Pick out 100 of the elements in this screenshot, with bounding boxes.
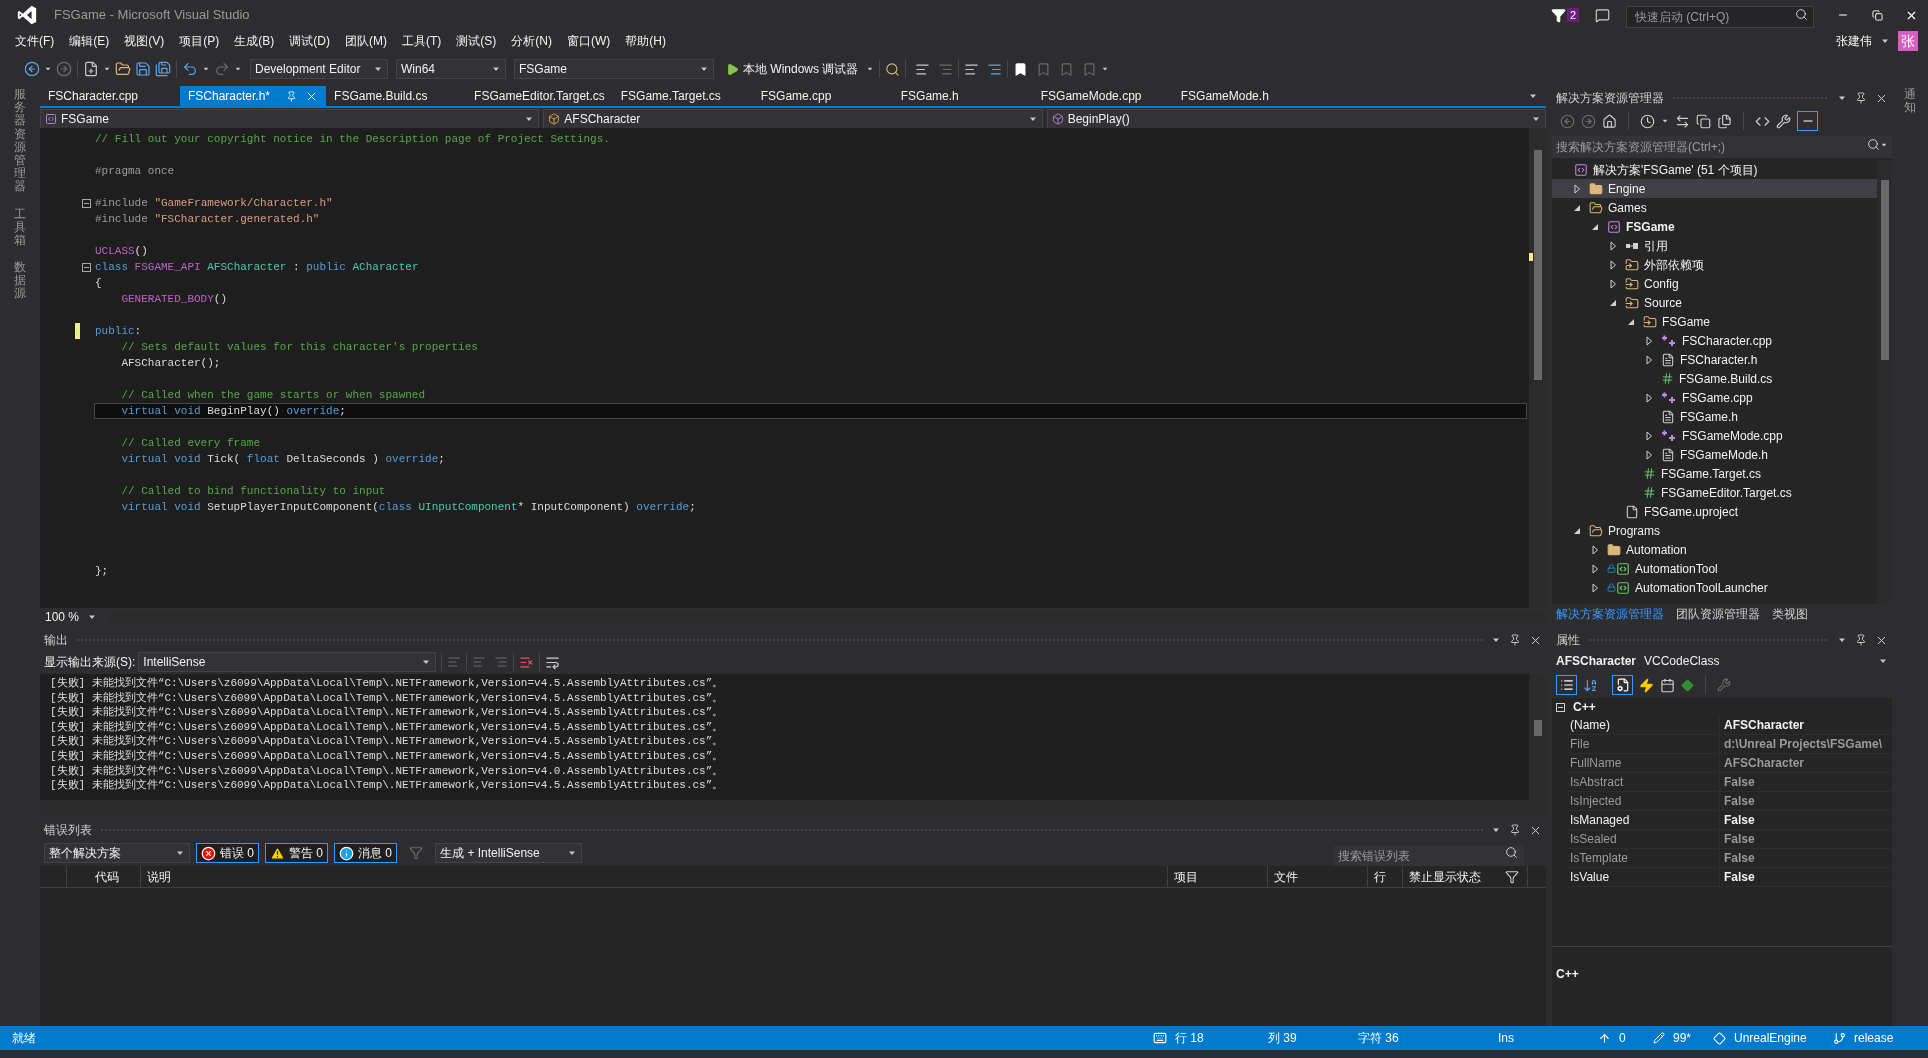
save-all-icon[interactable]: [155, 61, 171, 77]
scope-dropdown[interactable]: 整个解决方案: [44, 843, 190, 863]
calendar-icon[interactable]: [1660, 677, 1675, 693]
tree-item[interactable]: FSGame.h: [1552, 407, 1877, 426]
menu-item[interactable]: 测试(S): [453, 32, 500, 50]
vertical-scrollbar[interactable]: [1529, 128, 1546, 608]
collapsed-arrow-icon[interactable]: [1643, 448, 1655, 461]
collapsed-arrow-icon[interactable]: [1589, 562, 1601, 575]
panel-tab[interactable]: 团队资源管理器: [1676, 605, 1760, 623]
collapsed-arrow-icon[interactable]: [1589, 581, 1601, 594]
tree-item[interactable]: Engine: [1552, 179, 1877, 198]
find-icon[interactable]: [885, 61, 901, 77]
search-icon[interactable]: [1867, 138, 1880, 151]
list-icon[interactable]: [987, 61, 1003, 77]
editor-tab[interactable]: FSGame.h: [892, 86, 1033, 106]
home-icon[interactable]: [1602, 113, 1617, 129]
caret-icon[interactable]: [103, 65, 111, 73]
tree-item[interactable]: Games: [1552, 198, 1877, 217]
caret-icon[interactable]: [1101, 65, 1110, 73]
back-icon[interactable]: [24, 61, 40, 77]
uncomment-icon[interactable]: [938, 61, 954, 77]
tree-item[interactable]: FSGameEditor.Target.cs: [1552, 483, 1877, 502]
tree-item[interactable]: AutomationTool: [1552, 559, 1877, 578]
tree-item[interactable]: 引用: [1552, 236, 1877, 255]
zoom-dropdown[interactable]: 100 %: [40, 607, 102, 627]
lightning-icon[interactable]: [1639, 677, 1654, 693]
open-folder-icon[interactable]: [115, 61, 131, 77]
tree-item[interactable]: Automation: [1552, 540, 1877, 559]
menu-item[interactable]: 视图(V): [121, 32, 168, 50]
menu-item[interactable]: 帮助(H): [622, 32, 669, 50]
menu-item[interactable]: 工具(T): [399, 32, 445, 50]
editor-tab[interactable]: FSGame.Build.cs: [326, 86, 467, 106]
class-dropdown[interactable]: AFSCharacter: [543, 109, 1043, 129]
menu-item[interactable]: 窗口(W): [564, 32, 614, 50]
side-tab[interactable]: 工具箱: [14, 207, 26, 248]
menu-item[interactable]: 项目(P): [176, 32, 223, 50]
panel-tab[interactable]: 类视图: [1772, 605, 1808, 623]
fold-toggle[interactable]: [82, 198, 91, 208]
quick-launch-field[interactable]: 快速启动 (Ctrl+Q): [1626, 6, 1814, 28]
column-header[interactable]: 项目: [1174, 867, 1198, 886]
configuration-dropdown[interactable]: Development Editor: [250, 59, 388, 79]
collapse-all-icon[interactable]: [1696, 113, 1711, 129]
filter-toggle[interactable]: 错误 0: [196, 843, 259, 863]
show-all-files-icon[interactable]: [1717, 113, 1732, 129]
column-header[interactable]: 文件: [1274, 867, 1298, 886]
tree-item[interactable]: FSGameMode.cpp: [1552, 426, 1877, 445]
collapsed-arrow-icon[interactable]: [1607, 239, 1619, 252]
caret-icon[interactable]: [202, 65, 210, 73]
word-wrap-icon[interactable]: [545, 654, 561, 670]
collapsed-arrow-icon[interactable]: [1589, 543, 1601, 556]
vertical-scrollbar[interactable]: [1877, 160, 1892, 604]
restore-icon[interactable]: [1871, 9, 1883, 21]
tree-item[interactable]: FSGame.uproject: [1552, 502, 1877, 521]
search-icon[interactable]: [1505, 846, 1518, 859]
collapsed-arrow-icon[interactable]: [1607, 277, 1619, 290]
collapsed-arrow-icon[interactable]: [1643, 353, 1655, 366]
run-button[interactable]: 本地 Windows 调试器: [722, 58, 863, 80]
new-item-icon[interactable]: [83, 61, 99, 77]
caret-icon[interactable]: [866, 65, 875, 73]
tree-item[interactable]: FSGame: [1552, 217, 1877, 236]
menu-item[interactable]: 团队(M): [342, 32, 390, 50]
tree-item[interactable]: FSCharacter.h: [1552, 350, 1877, 369]
editor-tab[interactable]: FSCharacter.cpp: [40, 86, 180, 106]
caret-icon[interactable]: [1661, 117, 1669, 125]
column-header[interactable]: 代码: [95, 867, 119, 886]
collapsed-arrow-icon[interactable]: [1571, 182, 1583, 195]
undo-icon[interactable]: [182, 61, 198, 77]
pin-icon[interactable]: [1855, 92, 1867, 104]
platform-dropdown[interactable]: Win64: [396, 59, 506, 79]
fold-toggle[interactable]: [82, 262, 91, 272]
tree-item[interactable]: 外部依赖项: [1552, 255, 1877, 274]
menu-item[interactable]: 调试(D): [286, 32, 333, 50]
notification-badge[interactable]: 2: [1566, 8, 1579, 22]
startup-project-dropdown[interactable]: FSGame: [514, 59, 714, 79]
tree-item[interactable]: FSGameMode.h: [1552, 445, 1877, 464]
tree-item[interactable]: Source: [1552, 293, 1877, 312]
sync-icon[interactable]: [1675, 113, 1690, 129]
tree-item[interactable]: FSGame.Build.cs: [1552, 369, 1877, 388]
feedback-icon[interactable]: [1595, 7, 1610, 23]
output-source-dropdown[interactable]: IntelliSense: [138, 652, 437, 672]
tree-item[interactable]: 解决方案'FSGame' (51 个项目): [1552, 160, 1877, 179]
side-tab[interactable]: 数据源: [14, 261, 26, 301]
side-tab[interactable]: 服务器资源管理器: [14, 88, 26, 194]
sort-icon[interactable]: [1583, 677, 1598, 693]
column-header[interactable]: 说明: [147, 867, 171, 886]
project-dropdown[interactable]: FSGame: [40, 109, 540, 129]
editor-tab[interactable]: FSGameMode.h: [1172, 86, 1313, 106]
menu-item[interactable]: 生成(B): [231, 32, 278, 50]
editor-tab[interactable]: FSGameEditor.Target.cs: [466, 86, 613, 106]
object-dropdown[interactable]: AFSCharacter VCCodeClass: [1552, 650, 1892, 672]
menu-item[interactable]: 编辑(E): [66, 32, 113, 50]
side-tab[interactable]: 通知: [1904, 88, 1916, 115]
vertical-scrollbar[interactable]: [1529, 674, 1546, 800]
menu-item[interactable]: 分析(N): [508, 32, 555, 50]
pin-icon[interactable]: [1509, 824, 1521, 836]
pin-icon[interactable]: [1509, 634, 1521, 646]
bookmark-icon[interactable]: [1013, 61, 1029, 77]
search-field[interactable]: 搜索解决方案资源管理器(Ctrl+;): [1552, 136, 1892, 158]
collapsed-arrow-icon[interactable]: [1643, 334, 1655, 347]
user-name[interactable]: 张建伟: [1836, 32, 1872, 50]
